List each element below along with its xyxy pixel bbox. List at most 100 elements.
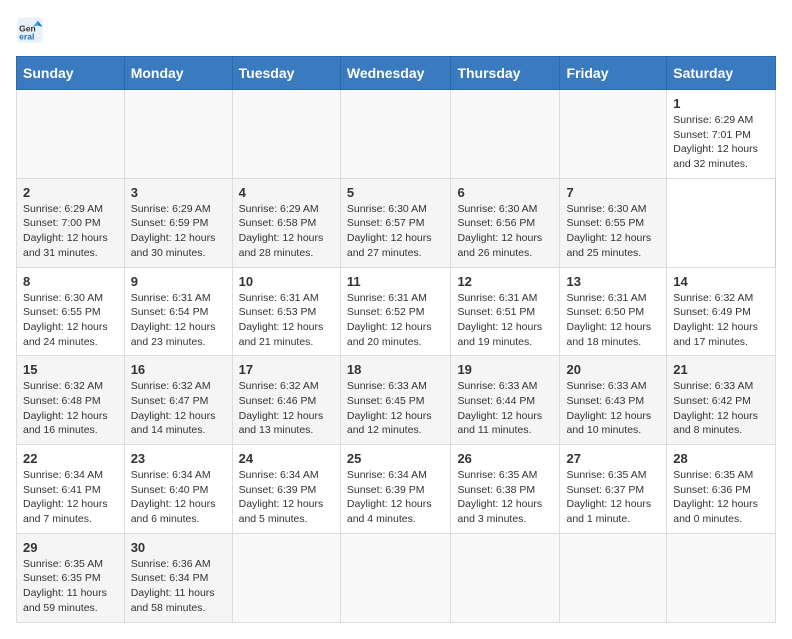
calendar-cell: 28 Sunrise: 6:35 AMSunset: 6:36 PMDayligh… (667, 445, 776, 534)
calendar-cell: 19 Sunrise: 6:33 AMSunset: 6:44 PMDayligh… (451, 356, 560, 445)
day-info: Sunrise: 6:29 AMSunset: 6:58 PMDaylight:… (239, 202, 334, 261)
col-header-monday: Monday (124, 57, 232, 90)
calendar-cell (451, 90, 560, 179)
calendar-cell: 1Sunrise: 6:29 AMSunset: 7:01 PMDaylight… (667, 90, 776, 179)
calendar-cell: 13 Sunrise: 6:31 AMSunset: 6:50 PMDayligh… (560, 267, 667, 356)
day-info: Sunrise: 6:32 AMSunset: 6:47 PMDaylight:… (131, 379, 226, 438)
calendar-cell (560, 533, 667, 622)
calendar-cell: 12 Sunrise: 6:31 AMSunset: 6:51 PMDayligh… (451, 267, 560, 356)
day-number: 27 (566, 451, 660, 466)
col-header-friday: Friday (560, 57, 667, 90)
svg-text:eral: eral (19, 31, 34, 41)
day-number: 21 (673, 362, 769, 377)
day-info: Sunrise: 6:32 AMSunset: 6:48 PMDaylight:… (23, 379, 118, 438)
calendar-week-row: 8 Sunrise: 6:30 AMSunset: 6:55 PMDaylight… (17, 267, 776, 356)
day-number: 12 (457, 274, 553, 289)
day-info: Sunrise: 6:29 AMSunset: 7:00 PMDaylight:… (23, 202, 118, 261)
day-info: Sunrise: 6:31 AMSunset: 6:54 PMDaylight:… (131, 291, 226, 350)
day-number: 29 (23, 540, 118, 555)
calendar-cell: 25Sunrise: 6:34 AMSunset: 6:39 PMDayligh… (340, 445, 451, 534)
col-header-saturday: Saturday (667, 57, 776, 90)
day-number: 15 (23, 362, 118, 377)
day-info: Sunrise: 6:31 AMSunset: 6:52 PMDaylight:… (347, 291, 445, 350)
day-number: 14 (673, 274, 769, 289)
calendar-cell (232, 90, 340, 179)
day-number: 19 (457, 362, 553, 377)
day-number: 28 (673, 451, 769, 466)
calendar-cell (17, 90, 125, 179)
day-info: Sunrise: 6:34 AMSunset: 6:41 PMDaylight:… (23, 468, 118, 527)
day-info: Sunrise: 6:34 AMSunset: 6:40 PMDaylight:… (131, 468, 226, 527)
day-number: 8 (23, 274, 118, 289)
calendar-cell: 7 Sunrise: 6:30 AMSunset: 6:55 PMDaylight… (560, 178, 667, 267)
calendar-cell: 9 Sunrise: 6:31 AMSunset: 6:54 PMDaylight… (124, 267, 232, 356)
day-number: 17 (239, 362, 334, 377)
day-info: Sunrise: 6:31 AMSunset: 6:50 PMDaylight:… (566, 291, 660, 350)
day-number: 3 (131, 185, 226, 200)
day-info: Sunrise: 6:33 AMSunset: 6:42 PMDaylight:… (673, 379, 769, 438)
day-info: Sunrise: 6:30 AMSunset: 6:56 PMDaylight:… (457, 202, 553, 261)
calendar-cell: 22 Sunrise: 6:34 AMSunset: 6:41 PMDayligh… (17, 445, 125, 534)
logo-icon: Gen eral (16, 16, 44, 44)
calendar-cell: 21 Sunrise: 6:33 AMSunset: 6:42 PMDayligh… (667, 356, 776, 445)
calendar-week-row: 22 Sunrise: 6:34 AMSunset: 6:41 PMDayligh… (17, 445, 776, 534)
day-info: Sunrise: 6:35 AMSunset: 6:36 PMDaylight:… (673, 468, 769, 527)
calendar-cell (560, 90, 667, 179)
day-number: 23 (131, 451, 226, 466)
calendar-cell: 4 Sunrise: 6:29 AMSunset: 6:58 PMDaylight… (232, 178, 340, 267)
day-number: 2 (23, 185, 118, 200)
calendar-cell (340, 533, 451, 622)
day-info: Sunrise: 6:30 AMSunset: 6:55 PMDaylight:… (23, 291, 118, 350)
calendar-cell (667, 533, 776, 622)
day-info: Sunrise: 6:30 AMSunset: 6:55 PMDaylight:… (566, 202, 660, 261)
calendar-cell (451, 533, 560, 622)
day-info: Sunrise: 6:35 AMSunset: 6:37 PMDaylight:… (566, 468, 660, 527)
day-number: 16 (131, 362, 226, 377)
calendar-cell (124, 90, 232, 179)
day-info: Sunrise: 6:33 AMSunset: 6:45 PMDaylight:… (347, 379, 445, 438)
day-info: Sunrise: 6:35 AMSunset: 6:38 PMDaylight:… (457, 468, 553, 527)
day-number: 24 (239, 451, 334, 466)
day-number: 10 (239, 274, 334, 289)
calendar-cell: 30Sunrise: 6:36 AMSunset: 6:34 PMDayligh… (124, 533, 232, 622)
day-number: 1 (673, 96, 769, 111)
col-header-thursday: Thursday (451, 57, 560, 90)
day-info: Sunrise: 6:34 AMSunset: 6:39 PMDaylight:… (347, 468, 445, 527)
col-header-sunday: Sunday (17, 57, 125, 90)
day-info: Sunrise: 6:31 AMSunset: 6:53 PMDaylight:… (239, 291, 334, 350)
calendar-cell (340, 90, 451, 179)
day-number: 13 (566, 274, 660, 289)
day-number: 22 (23, 451, 118, 466)
day-number: 11 (347, 274, 445, 289)
calendar-cell: 2 Sunrise: 6:29 AMSunset: 7:00 PMDaylight… (17, 178, 125, 267)
page-header: Gen eral (16, 16, 776, 44)
calendar-cell: 24 Sunrise: 6:34 AMSunset: 6:39 PMDayligh… (232, 445, 340, 534)
day-number: 9 (131, 274, 226, 289)
calendar-week-row: 2 Sunrise: 6:29 AMSunset: 7:00 PMDaylight… (17, 178, 776, 267)
calendar-cell: 5 Sunrise: 6:30 AMSunset: 6:57 PMDaylight… (340, 178, 451, 267)
day-info: Sunrise: 6:35 AMSunset: 6:35 PMDaylight:… (23, 557, 118, 616)
calendar-cell: 18Sunrise: 6:33 AMSunset: 6:45 PMDayligh… (340, 356, 451, 445)
day-info: Sunrise: 6:31 AMSunset: 6:51 PMDaylight:… (457, 291, 553, 350)
day-number: 7 (566, 185, 660, 200)
day-number: 5 (347, 185, 445, 200)
calendar-week-row: 1Sunrise: 6:29 AMSunset: 7:01 PMDaylight… (17, 90, 776, 179)
calendar-header-row: SundayMondayTuesdayWednesdayThursdayFrid… (17, 57, 776, 90)
day-info: Sunrise: 6:36 AMSunset: 6:34 PMDaylight:… (131, 557, 226, 616)
day-info: Sunrise: 6:34 AMSunset: 6:39 PMDaylight:… (239, 468, 334, 527)
col-header-wednesday: Wednesday (340, 57, 451, 90)
day-info: Sunrise: 6:33 AMSunset: 6:43 PMDaylight:… (566, 379, 660, 438)
calendar-week-row: 15 Sunrise: 6:32 AMSunset: 6:48 PMDayligh… (17, 356, 776, 445)
day-info: Sunrise: 6:33 AMSunset: 6:44 PMDaylight:… (457, 379, 553, 438)
day-number: 4 (239, 185, 334, 200)
calendar-cell: 16 Sunrise: 6:32 AMSunset: 6:47 PMDayligh… (124, 356, 232, 445)
calendar-cell: 26Sunrise: 6:35 AMSunset: 6:38 PMDayligh… (451, 445, 560, 534)
day-info: Sunrise: 6:30 AMSunset: 6:57 PMDaylight:… (347, 202, 445, 261)
calendar-cell: 29 Sunrise: 6:35 AMSunset: 6:35 PMDayligh… (17, 533, 125, 622)
calendar-table: SundayMondayTuesdayWednesdayThursdayFrid… (16, 56, 776, 623)
calendar-cell: 11 Sunrise: 6:31 AMSunset: 6:52 PMDayligh… (340, 267, 451, 356)
day-number: 6 (457, 185, 553, 200)
col-header-tuesday: Tuesday (232, 57, 340, 90)
calendar-cell: 6 Sunrise: 6:30 AMSunset: 6:56 PMDaylight… (451, 178, 560, 267)
calendar-cell: 8 Sunrise: 6:30 AMSunset: 6:55 PMDaylight… (17, 267, 125, 356)
